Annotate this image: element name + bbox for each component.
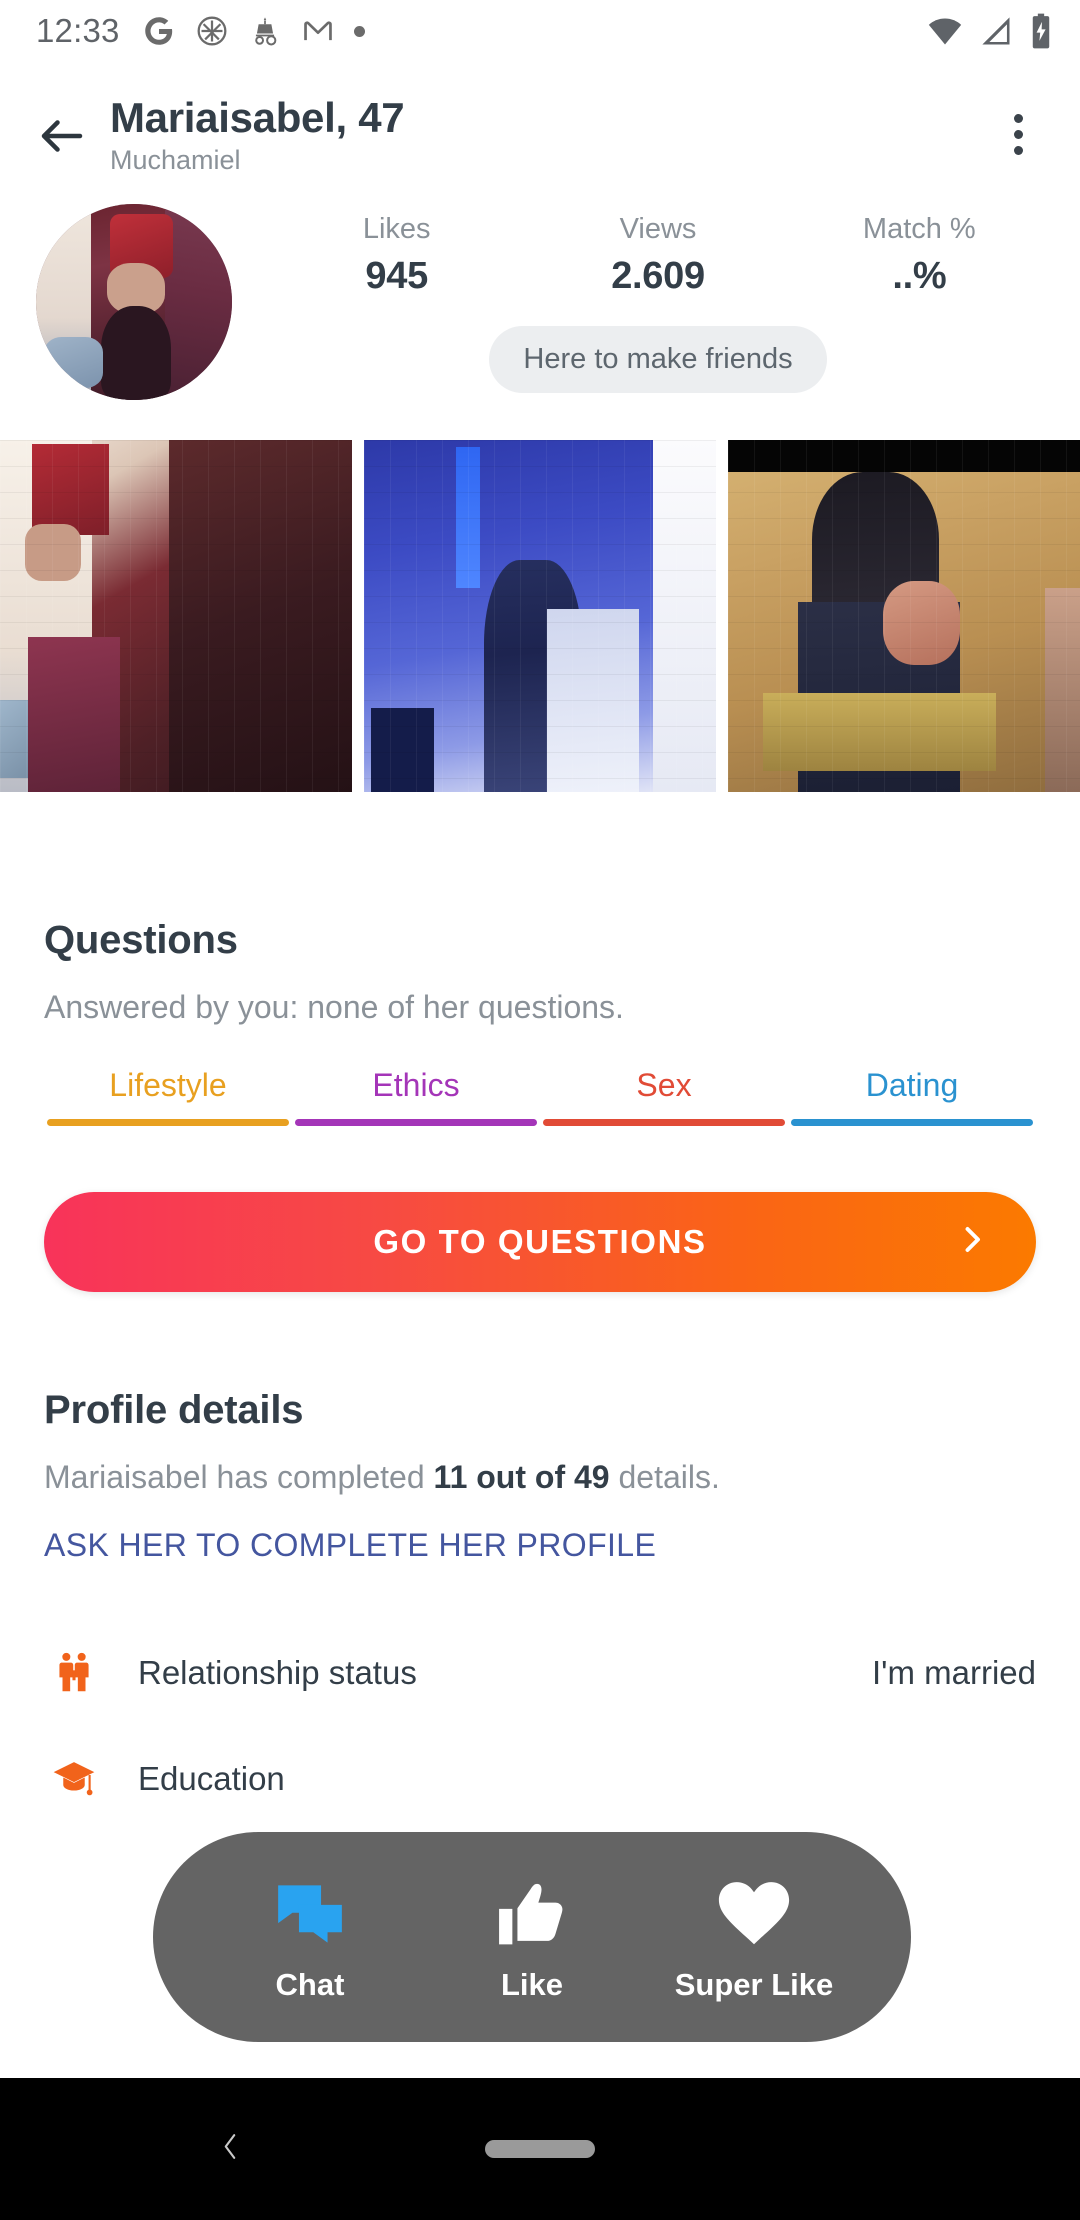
completion-suffix: details. (609, 1459, 720, 1495)
tab-underline (791, 1119, 1033, 1126)
chat-action-label: Chat (275, 1967, 345, 2002)
stats-area: Likes 945 Views 2.609 Match % ..% Here t… (232, 204, 1050, 400)
chat-action-button[interactable]: Chat (210, 1871, 410, 2003)
tab-ethics[interactable]: Ethics (292, 1067, 540, 1126)
cellular-signal-icon (982, 17, 1010, 45)
chevron-right-icon (954, 1222, 990, 1263)
stats-row: Likes 945 Views 2.609 Match % ..% (266, 212, 1050, 298)
tab-label: Sex (636, 1067, 692, 1103)
stat-label: Likes (362, 213, 431, 245)
overflow-menu-button[interactable] (986, 102, 1050, 166)
super-like-action-label: Super Like (674, 1967, 834, 2002)
detail-label: Relationship status (138, 1654, 417, 1691)
intent-chip[interactable]: Here to make friends (489, 325, 827, 393)
thumbs-up-icon (494, 1871, 570, 1957)
heart-icon (715, 1871, 793, 1957)
chat-bubbles-icon (270, 1871, 350, 1957)
status-bar-clock: 12:33 (36, 12, 120, 49)
ask-to-complete-profile-link[interactable]: ASK HER TO COMPLETE HER PROFILE (44, 1527, 656, 1563)
photo-strip (0, 440, 1080, 792)
stat-value: 945 (365, 254, 428, 297)
back-button[interactable] (30, 104, 94, 168)
status-bar-notification-icons (142, 14, 365, 48)
completion-prefix: Mariaisabel has completed (44, 1459, 434, 1495)
status-bar: 12:33 (0, 0, 1080, 62)
carriage-icon (254, 17, 276, 46)
nav-home-pill[interactable] (485, 2140, 595, 2158)
floating-action-bar: Chat Like Super Like (153, 1832, 911, 2042)
stat-match-percent[interactable]: Match % ..% (789, 212, 1050, 298)
gmail-m-icon (303, 21, 332, 41)
app-bar-titles: Mariaisabel, 47 Muchamiel (110, 90, 986, 176)
avatar[interactable] (36, 204, 232, 400)
tab-lifestyle[interactable]: Lifestyle (44, 1067, 292, 1126)
questions-section: Questions Answered by you: none of her q… (0, 918, 1080, 1126)
couple-icon (44, 1650, 104, 1696)
ask-profile-link-row: ASK HER TO COMPLETE HER PROFILE (0, 1527, 1080, 1564)
arrow-left-icon (41, 120, 83, 152)
detail-row-education[interactable]: Education (44, 1726, 1036, 1832)
graduation-cap-icon (44, 1756, 104, 1802)
tab-dating[interactable]: Dating (788, 1067, 1036, 1126)
wifi-icon (928, 18, 962, 45)
profile-summary: Likes 945 Views 2.609 Match % ..% Here t… (0, 182, 1080, 400)
photo-thumbnail-2[interactable] (364, 440, 716, 792)
pixelation-overlay (0, 440, 352, 792)
stat-value: ..% (892, 254, 947, 297)
badge-circle-icon (197, 16, 227, 46)
detail-value: I'm married (872, 1654, 1036, 1691)
completion-count: 11 out of 49 (433, 1459, 610, 1495)
nav-back-chevron-icon[interactable] (213, 2126, 247, 2173)
tab-underline (543, 1119, 785, 1126)
stat-label: Match % (862, 213, 976, 245)
pixelation-overlay (364, 440, 716, 792)
tab-label: Dating (865, 1067, 959, 1103)
tab-label: Lifestyle (109, 1067, 227, 1103)
stat-value: 2.609 (611, 254, 705, 297)
page-subtitle: Muchamiel (110, 145, 241, 176)
go-to-questions-wrap: GO TO QUESTIONS (0, 1192, 1080, 1292)
intent-chip-wrap: Here to make friends (266, 325, 1050, 393)
like-action-button[interactable]: Like (432, 1871, 632, 2003)
detail-row-relationship-status[interactable]: Relationship status I'm married (44, 1620, 1036, 1726)
phone-screen: 12:33 Mariaisabel, 47 Muchamiel Likes 94… (0, 0, 1080, 2220)
more-vertical-icon (1013, 113, 1023, 123)
questions-title: Questions (44, 918, 238, 962)
like-action-label: Like (500, 1967, 564, 2002)
tab-sex[interactable]: Sex (540, 1067, 788, 1126)
tab-label: Ethics (372, 1067, 460, 1103)
tab-underline (47, 1119, 289, 1126)
detail-label: Education (138, 1760, 285, 1797)
super-like-action-button[interactable]: Super Like (654, 1871, 854, 2003)
go-to-questions-label: GO TO QUESTIONS (373, 1223, 707, 1260)
more-vertical-icon (1013, 129, 1023, 139)
photo-thumbnail-1[interactable] (0, 440, 352, 792)
page-title: Mariaisabel, 47 (110, 94, 405, 141)
battery-charging-icon (1032, 13, 1050, 49)
profile-details-title: Profile details (44, 1388, 304, 1432)
stat-label: Views (619, 213, 697, 245)
avatar-image (36, 204, 232, 400)
tab-underline (295, 1119, 537, 1126)
stat-likes[interactable]: Likes 945 (266, 212, 527, 298)
pixelation-overlay (728, 440, 1080, 792)
question-category-tabs: Lifestyle Ethics Sex Dating (44, 1067, 1036, 1126)
profile-completion-text: Mariaisabel has completed 11 out of 49 d… (44, 1457, 1036, 1497)
system-navigation-bar (0, 2078, 1080, 2220)
questions-answered-text: Answered by you: none of her questions. (44, 989, 624, 1025)
more-vertical-icon (1013, 145, 1023, 155)
status-bar-system-icons (926, 12, 1054, 50)
notification-dot-icon (353, 25, 365, 37)
profile-details-section: Profile details Mariaisabel has complete… (0, 1388, 1080, 1497)
google-g-icon (144, 17, 172, 45)
stat-views[interactable]: Views 2.609 (527, 212, 788, 298)
photo-thumbnail-3[interactable] (728, 440, 1080, 792)
detail-list: Relationship status I'm married Educatio… (0, 1620, 1080, 1832)
go-to-questions-button[interactable]: GO TO QUESTIONS (44, 1192, 1036, 1292)
app-bar: Mariaisabel, 47 Muchamiel (0, 62, 1080, 182)
